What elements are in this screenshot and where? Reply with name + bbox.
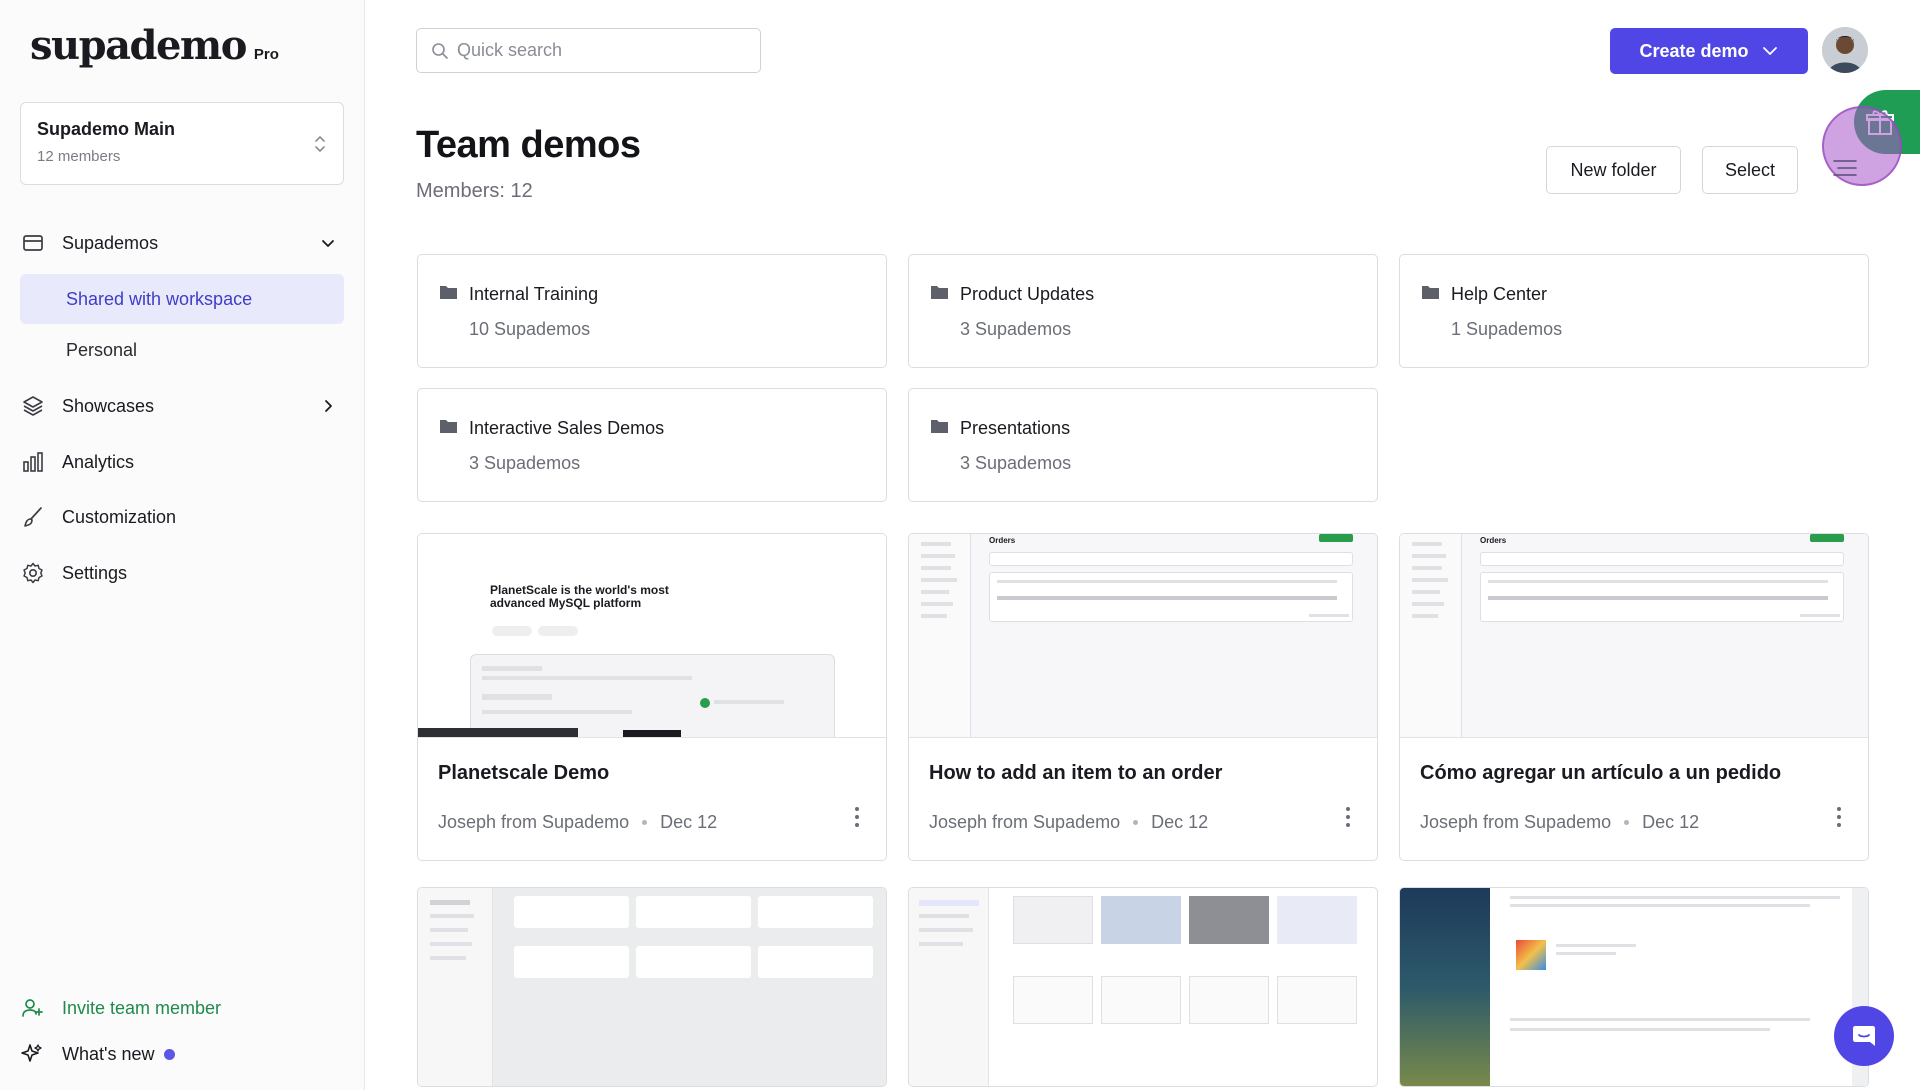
- folder-count: 3 Supademos: [469, 453, 581, 473]
- folder-count: 10 Supademos: [469, 319, 591, 339]
- demo-author: Joseph from Supademo: [1420, 812, 1612, 832]
- demo-meta: Joseph from Supademo Dec 12: [1420, 812, 1699, 833]
- nav-analytics[interactable]: Analytics: [20, 440, 344, 484]
- more-vertical-icon[interactable]: [1836, 806, 1842, 828]
- nav-settings[interactable]: Settings: [20, 551, 344, 595]
- search-box[interactable]: [416, 28, 761, 73]
- page-title: Team demos: [416, 124, 641, 166]
- workspace-name: Supademo Main: [37, 119, 176, 139]
- nav-analytics-label: Analytics: [62, 451, 135, 472]
- folder-icon: [440, 286, 457, 299]
- folder-icon: [931, 286, 948, 299]
- folder-icon: [931, 420, 948, 433]
- nav-showcases[interactable]: Showcases: [20, 384, 344, 428]
- select-button[interactable]: Select: [1702, 146, 1798, 194]
- demo-card[interactable]: [1399, 887, 1869, 1087]
- chevron-down-icon: [1762, 47, 1777, 55]
- demo-date: Dec 12: [1151, 812, 1209, 832]
- folder-name: Interactive Sales Demos: [469, 418, 665, 438]
- demo-thumbnail: PlanetScale is the world's most advanced…: [418, 534, 886, 738]
- nav-shared-with-workspace[interactable]: Shared with workspace: [20, 274, 344, 324]
- nav-settings-label: Settings: [62, 562, 128, 583]
- whats-new-label: What's new: [62, 1043, 155, 1064]
- more-vertical-icon[interactable]: [854, 806, 860, 828]
- nav-showcases-label: Showcases: [62, 395, 155, 416]
- demo-title: Cómo agregar un artículo a un pedido: [1420, 762, 1782, 784]
- demo-card[interactable]: [417, 887, 887, 1087]
- chat-icon: [1853, 1026, 1875, 1046]
- list-icon: [1833, 160, 1857, 176]
- demo-title: How to add an item to an order: [929, 762, 1223, 784]
- search-icon: [432, 42, 448, 59]
- demo-meta: Joseph from Supademo Dec 12: [929, 812, 1208, 833]
- members-count: Members: 12: [416, 180, 533, 202]
- demo-date: Dec 12: [660, 812, 718, 832]
- folder-icon: [1422, 286, 1439, 299]
- inbox-icon: [20, 230, 46, 256]
- demo-card[interactable]: [908, 887, 1378, 1087]
- demo-author: Joseph from Supademo: [929, 812, 1121, 832]
- invite-label: Invite team member: [62, 997, 222, 1018]
- invite-team-member[interactable]: Invite team member: [20, 996, 221, 1020]
- workspace-members: 12 members: [37, 148, 121, 165]
- thumbnail-headline: Orders: [989, 536, 1016, 545]
- thumbnail-headline: PlanetScale is the world's most advanced…: [490, 583, 669, 610]
- demo-date: Dec 12: [1642, 812, 1700, 832]
- meta-separator: [1133, 820, 1139, 825]
- demo-meta: Joseph from Supademo Dec 12: [438, 812, 717, 833]
- brand-logo[interactable]: supademo Pro: [30, 22, 279, 69]
- demo-card[interactable]: Orders Cómo agregar un artículo a un ped…: [1399, 533, 1869, 861]
- demo-card[interactable]: Orders How to add an item to an order Jo…: [908, 533, 1378, 861]
- create-demo-label: Create demo: [1639, 40, 1749, 61]
- folder-count: 3 Supademos: [960, 319, 1072, 339]
- create-demo-button[interactable]: Create demo: [1610, 28, 1808, 74]
- nav-customization[interactable]: Customization: [20, 495, 344, 539]
- folder-name: Help Center: [1451, 284, 1548, 304]
- brush-icon: [20, 504, 46, 530]
- folder-name: Presentations: [960, 418, 1071, 438]
- nav-personal[interactable]: Personal: [20, 325, 344, 375]
- sidebar: supademo Pro Supademo Main 12 members Su…: [0, 0, 365, 1090]
- folder-card[interactable]: Help Center 1 Supademos: [1399, 254, 1869, 368]
- chevron-up-down-icon: [315, 136, 325, 152]
- more-vertical-icon[interactable]: [1345, 806, 1351, 828]
- nav-supademos-label: Supademos: [62, 232, 159, 253]
- chat-launcher[interactable]: [1834, 1006, 1894, 1066]
- sparkles-icon: [20, 1042, 46, 1066]
- demo-title: Planetscale Demo: [438, 762, 610, 784]
- thumbnail-headline: Orders: [1480, 536, 1507, 545]
- meta-separator: [642, 820, 648, 825]
- nav-customization-label: Customization: [62, 506, 177, 527]
- user-plus-icon: [20, 996, 46, 1020]
- folder-name: Product Updates: [960, 284, 1095, 304]
- folder-card[interactable]: Presentations 3 Supademos: [908, 388, 1378, 502]
- chevron-down-icon: [322, 240, 334, 247]
- folder-card[interactable]: Interactive Sales Demos 3 Supademos: [417, 388, 887, 502]
- layers-icon: [20, 393, 46, 419]
- gear-icon: [20, 560, 46, 586]
- folder-icon: [440, 420, 457, 433]
- meta-separator: [1624, 820, 1630, 825]
- bar-chart-icon: [20, 449, 46, 475]
- folder-card[interactable]: Internal Training 10 Supademos: [417, 254, 887, 368]
- demo-author: Joseph from Supademo: [438, 812, 630, 832]
- new-folder-button[interactable]: New folder: [1546, 146, 1681, 194]
- avatar[interactable]: [1822, 27, 1868, 73]
- workspace-switcher[interactable]: Supademo Main 12 members: [20, 102, 344, 185]
- demo-thumbnail: Orders: [1400, 534, 1868, 738]
- demo-card[interactable]: PlanetScale is the world's most advanced…: [417, 533, 887, 861]
- chevron-right-icon: [325, 400, 332, 412]
- brand-name: supademo: [30, 22, 247, 69]
- demo-thumbnail: Orders: [909, 534, 1377, 738]
- demo-thumbnail: [1400, 888, 1490, 1086]
- folder-name: Internal Training: [469, 284, 599, 304]
- nav-supademos[interactable]: Supademos: [20, 221, 344, 265]
- folder-card[interactable]: Product Updates 3 Supademos: [908, 254, 1378, 368]
- folder-count: 3 Supademos: [960, 453, 1072, 473]
- notification-dot: [164, 1048, 176, 1060]
- whats-new[interactable]: What's new: [20, 1042, 176, 1066]
- folder-count: 1 Supademos: [1451, 319, 1563, 339]
- plan-badge: Pro: [253, 46, 279, 63]
- search-input[interactable]: [457, 40, 747, 61]
